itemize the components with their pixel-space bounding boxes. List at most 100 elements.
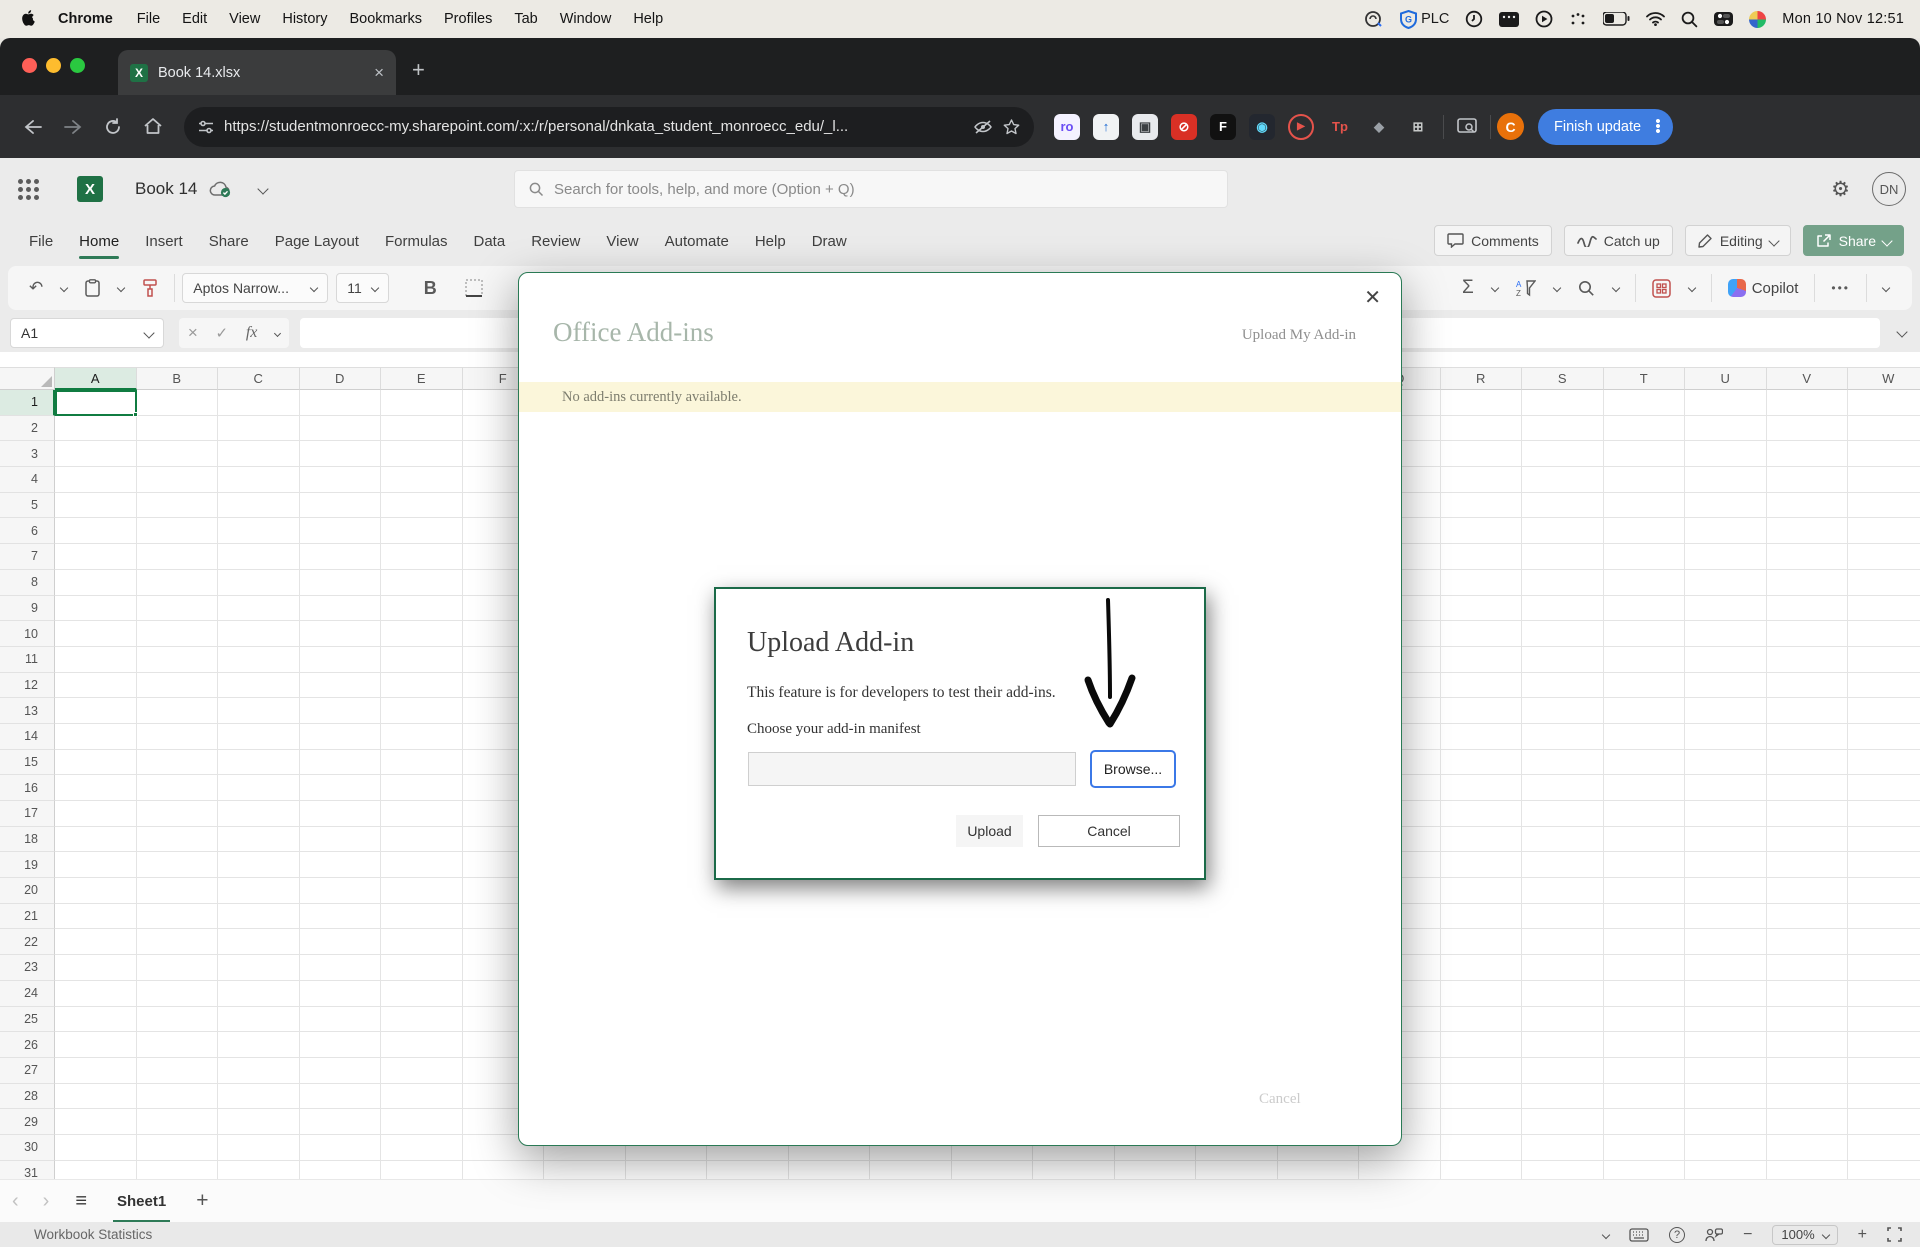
cell-T29[interactable] [1604,1109,1686,1135]
cell-U6[interactable] [1685,518,1767,544]
cell-E19[interactable] [381,852,463,878]
cell-D17[interactable] [300,801,382,827]
cell-D10[interactable] [300,621,382,647]
cell-S4[interactable] [1522,467,1604,493]
cell-T13[interactable] [1604,698,1686,724]
cell-S28[interactable] [1522,1084,1604,1110]
cell-D13[interactable] [300,698,382,724]
cell-U1[interactable] [1685,390,1767,416]
cell-C18[interactable] [218,827,300,853]
column-header-S[interactable]: S [1522,367,1604,390]
puzzle-extensions-icon[interactable]: ⊞ [1405,114,1431,140]
cell-T18[interactable] [1604,827,1686,853]
cell-W18[interactable] [1848,827,1920,853]
cell-A8[interactable] [55,570,137,596]
cell-W24[interactable] [1848,981,1920,1007]
row-header-9[interactable]: 9 [0,596,55,622]
cell-W29[interactable] [1848,1109,1920,1135]
cell-U18[interactable] [1685,827,1767,853]
cell-W17[interactable] [1848,801,1920,827]
cell-U24[interactable] [1685,981,1767,1007]
cell-R28[interactable] [1441,1084,1523,1110]
doc-upload-extension-icon[interactable]: ↑ [1093,114,1119,140]
cell-D8[interactable] [300,570,382,596]
cell-W21[interactable] [1848,904,1920,930]
cell-R16[interactable] [1441,775,1523,801]
finish-update-button[interactable]: Finish update ••• [1538,109,1673,145]
zoom-out-icon[interactable]: − [1743,1226,1752,1244]
cell-S13[interactable] [1522,698,1604,724]
copilot-button[interactable]: Copilot [1719,279,1808,297]
cell-U19[interactable] [1685,852,1767,878]
cell-V7[interactable] [1767,544,1849,570]
cell-D11[interactable] [300,647,382,673]
cell-U2[interactable] [1685,416,1767,442]
minimize-window-button[interactable] [46,58,61,73]
ribbon-tab-home[interactable]: Home [66,220,132,262]
cell-W3[interactable] [1848,441,1920,467]
cell-V23[interactable] [1767,955,1849,981]
row-header-21[interactable]: 21 [0,904,55,930]
cell-B26[interactable] [137,1032,219,1058]
cell-B4[interactable] [137,467,219,493]
cell-B22[interactable] [137,929,219,955]
adblock-extension-icon[interactable]: ⊘ [1171,114,1197,140]
cell-E15[interactable] [381,750,463,776]
cell-C22[interactable] [218,929,300,955]
fill-handle[interactable] [133,412,138,417]
next-sheet-icon[interactable]: › [31,1190,62,1213]
keyboard-shortcuts-icon[interactable] [1629,1228,1649,1242]
cell-T11[interactable] [1604,647,1686,673]
cell-V28[interactable] [1767,1084,1849,1110]
cell-T22[interactable] [1604,929,1686,955]
cell-S22[interactable] [1522,929,1604,955]
cell-C20[interactable] [218,878,300,904]
cell-B21[interactable] [137,904,219,930]
fullscreen-icon[interactable] [1887,1227,1902,1242]
cell-C4[interactable] [218,467,300,493]
find-chevron-icon[interactable] [1604,285,1628,291]
row-header-15[interactable]: 15 [0,750,55,776]
cell-C25[interactable] [218,1007,300,1033]
cell-T10[interactable] [1604,621,1686,647]
workbook-statistics-button[interactable]: Workbook Statistics [0,1227,152,1242]
cell-S26[interactable] [1522,1032,1604,1058]
cell-E14[interactable] [381,724,463,750]
cell-A18[interactable] [55,827,137,853]
cell-R2[interactable] [1441,416,1523,442]
menu-history[interactable]: History [271,11,338,27]
cell-V25[interactable] [1767,1007,1849,1033]
cell-D18[interactable] [300,827,382,853]
cell-E13[interactable] [381,698,463,724]
sheet-tab[interactable]: Sheet1 [101,1180,182,1223]
status-chevron-icon[interactable] [1602,1230,1610,1238]
cell-T20[interactable] [1604,878,1686,904]
fx-chevron-icon[interactable] [274,329,281,336]
column-header-V[interactable]: V [1767,367,1849,390]
cell-R12[interactable] [1441,673,1523,699]
cell-B11[interactable] [137,647,219,673]
f-extension-icon[interactable]: F [1210,114,1236,140]
cell-C5[interactable] [218,493,300,519]
cell-U7[interactable] [1685,544,1767,570]
cell-S12[interactable] [1522,673,1604,699]
collapse-ribbon-chevron-icon[interactable] [1874,285,1898,291]
cell-B8[interactable] [137,570,219,596]
row-header-28[interactable]: 28 [0,1084,55,1110]
cell-T16[interactable] [1604,775,1686,801]
row-header-14[interactable]: 14 [0,724,55,750]
cell-B29[interactable] [137,1109,219,1135]
cell-styles-chevron-icon[interactable] [1680,285,1704,291]
cell-S15[interactable] [1522,750,1604,776]
cell-V4[interactable] [1767,467,1849,493]
cell-D20[interactable] [300,878,382,904]
menu-window[interactable]: Window [549,11,623,27]
row-header-23[interactable]: 23 [0,955,55,981]
cell-B6[interactable] [137,518,219,544]
cell-D30[interactable] [300,1135,382,1161]
cell-V3[interactable] [1767,441,1849,467]
cell-C1[interactable] [218,390,300,416]
cell-S17[interactable] [1522,801,1604,827]
menu-help[interactable]: Help [622,11,674,27]
cell-C9[interactable] [218,596,300,622]
